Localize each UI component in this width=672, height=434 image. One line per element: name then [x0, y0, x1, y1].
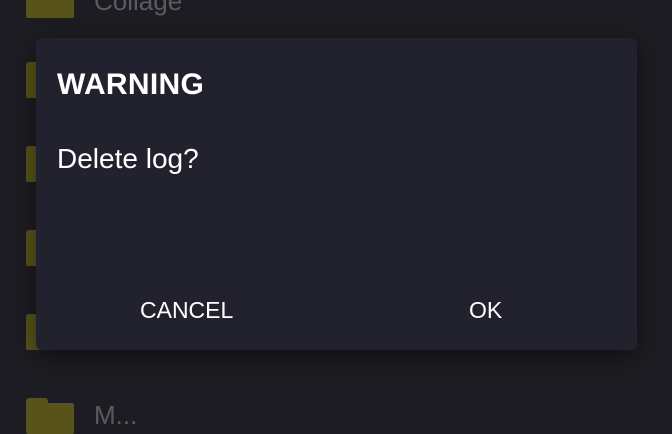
list-item-label: Collage: [94, 0, 183, 16]
dialog-message: Delete log?: [57, 143, 199, 174]
cancel-button[interactable]: CANCEL: [128, 286, 245, 334]
warning-dialog: WARNING Delete log? CANCEL OK: [36, 38, 637, 350]
folder-icon: [26, 398, 74, 434]
folder-icon: [26, 0, 74, 18]
list-item-label: M...: [94, 400, 138, 430]
ok-button[interactable]: OK: [457, 286, 514, 334]
dialog-title: WARNING: [57, 68, 205, 101]
